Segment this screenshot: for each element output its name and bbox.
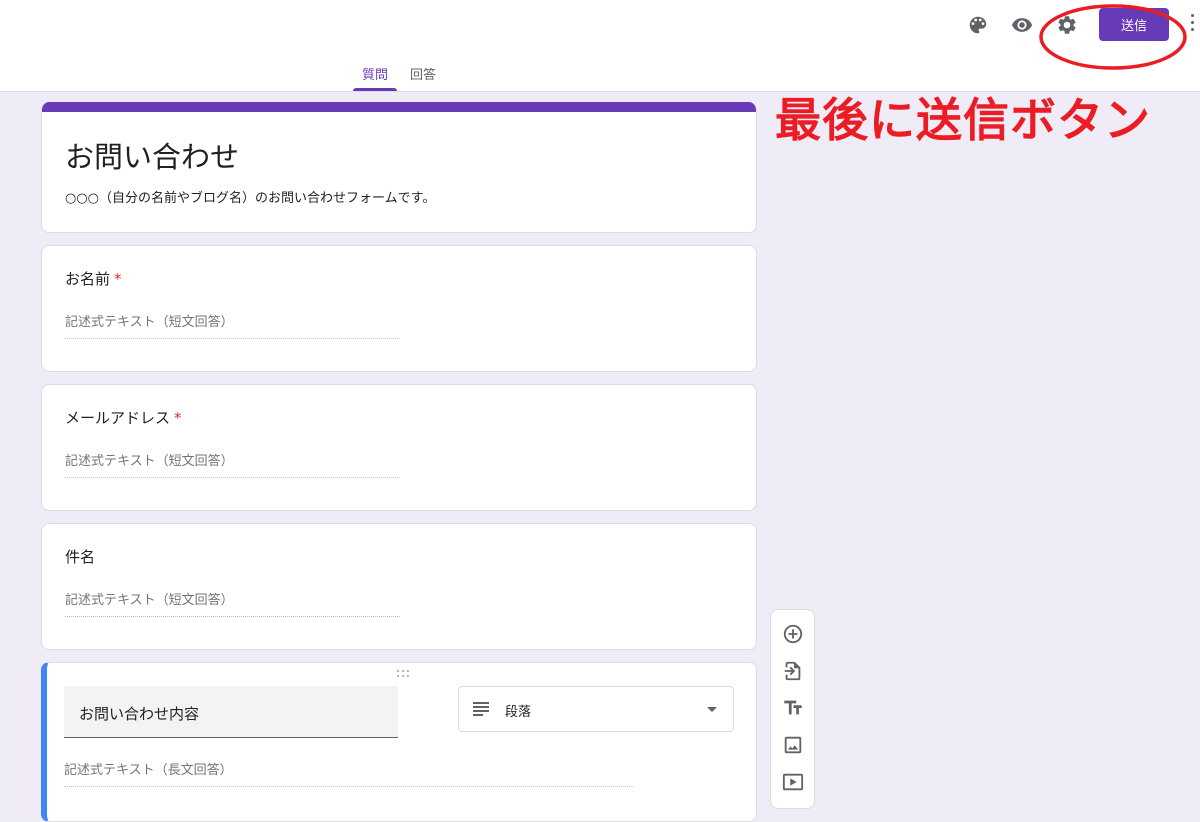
question-card[interactable]: お名前 * 記述式テキスト（短文回答） [41, 245, 757, 372]
top-bar: 送信 質問 回答 [0, 0, 1200, 92]
question-title: メールアドレス * [65, 409, 182, 427]
question-card[interactable]: 件名 記述式テキスト（短文回答） [41, 523, 757, 650]
question-card[interactable]: メールアドレス * 記述式テキスト（短文回答） [41, 384, 757, 511]
long-answer-placeholder: 記述式テキスト（長文回答） [64, 759, 634, 787]
eye-icon[interactable] [1008, 11, 1036, 39]
active-question-card[interactable]: お問い合わせ内容 段落 記述式テキスト（長文回答） [41, 662, 757, 822]
annotation-label: 最後に送信ボタン [775, 93, 1151, 147]
more-vert-icon[interactable] [1190, 14, 1196, 34]
form-title[interactable]: お問い合わせ [65, 134, 239, 176]
form-accent-bar [42, 102, 756, 112]
drag-handle-icon[interactable] [397, 670, 411, 678]
palette-icon[interactable] [964, 11, 992, 39]
short-answer-placeholder: 記述式テキスト（短文回答） [65, 311, 400, 339]
add-question-icon[interactable] [781, 622, 805, 646]
form-description[interactable]: ○○○（自分の名前やブログ名）のお問い合わせフォームです。 [65, 187, 435, 206]
tab-questions[interactable]: 質問 [353, 64, 397, 83]
chevron-down-icon [707, 707, 717, 712]
short-answer-placeholder: 記述式テキスト（短文回答） [65, 450, 400, 478]
required-mark: * [114, 270, 122, 288]
add-image-icon[interactable] [781, 733, 805, 757]
short-answer-placeholder: 記述式テキスト（短文回答） [65, 589, 400, 617]
form-header-card[interactable]: お問い合わせ ○○○（自分の名前やブログ名）のお問い合わせフォームです。 [41, 102, 757, 233]
annotation-circle [1039, 4, 1187, 70]
tab-active-indicator [353, 88, 397, 91]
question-type-dropdown[interactable]: 段落 [458, 686, 734, 732]
question-title: 件名 [65, 548, 96, 566]
required-mark: * [174, 409, 182, 427]
question-type-label: 段落 [505, 705, 532, 720]
add-title-icon[interactable] [781, 696, 805, 720]
paragraph-icon [473, 702, 489, 716]
tab-responses[interactable]: 回答 [402, 64, 444, 83]
floating-toolbar [770, 609, 815, 809]
question-title: お名前 * [65, 270, 122, 288]
question-title-input[interactable]: お問い合わせ内容 [64, 686, 398, 738]
import-questions-icon[interactable] [781, 659, 805, 683]
add-video-icon[interactable] [781, 770, 805, 794]
